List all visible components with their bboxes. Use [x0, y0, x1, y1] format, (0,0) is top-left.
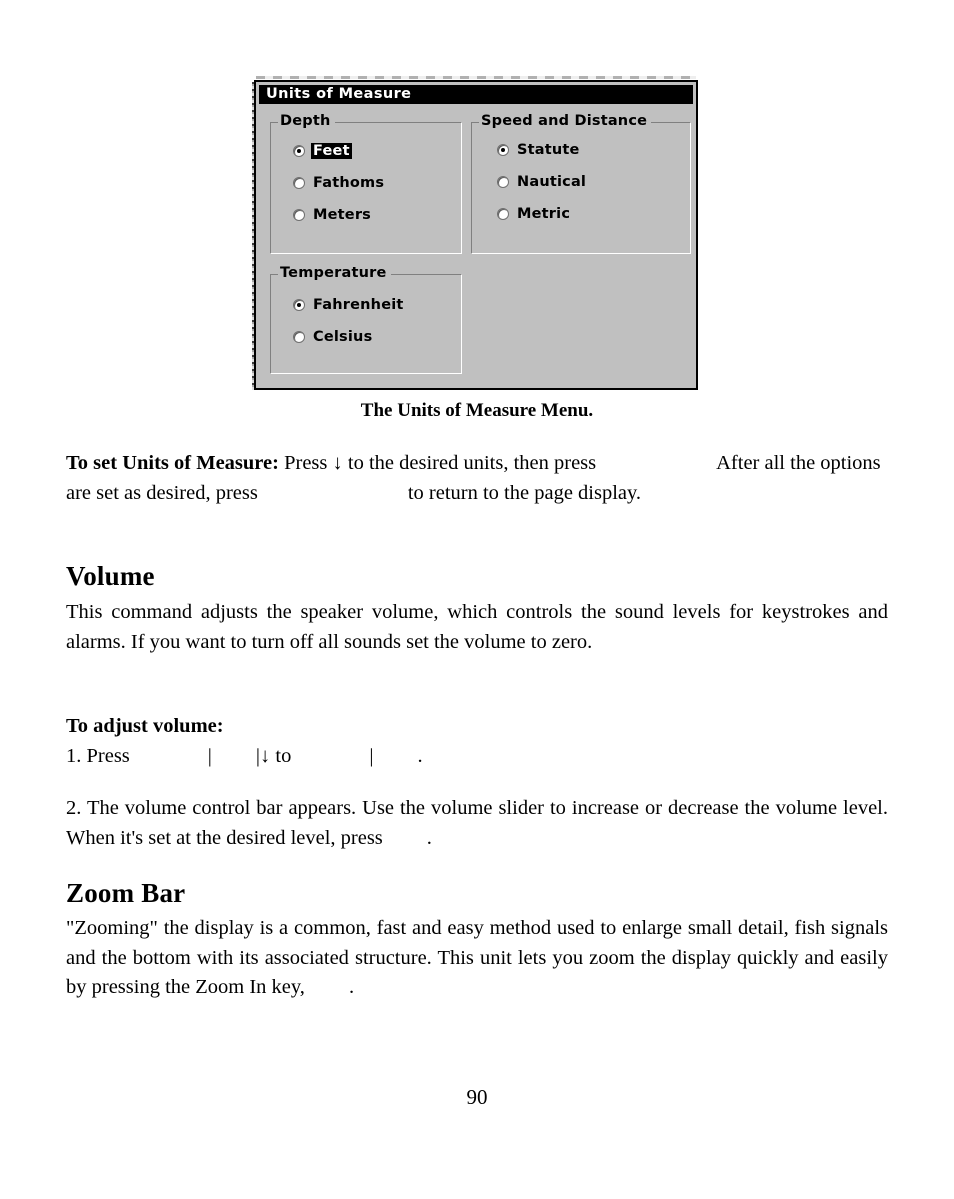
volume-section: Volume	[66, 561, 888, 592]
units-instructions-paragraph: To set Units of Measure: Press ↓ to the …	[66, 449, 888, 508]
radio-option-celsius[interactable]: Celsius	[293, 327, 374, 346]
zoom-bar-paragraph: "Zooming" the display is a common, fast …	[66, 914, 888, 1003]
radio-label-nautical: Nautical	[517, 173, 587, 190]
figure-caption: The Units of Measure Menu.	[360, 400, 594, 421]
scan-artifact-top-edge	[256, 76, 696, 79]
groupbox-temperature: Temperature Fahrenheit Celsius	[270, 265, 462, 374]
radio-label-celsius: Celsius	[313, 328, 373, 345]
radio-option-feet[interactable]: Feet	[293, 141, 352, 160]
volume-step2-body: 2. The volume control bar appears. Use t…	[66, 797, 888, 849]
units-instructions-line1b: to the desired units, then press	[347, 452, 597, 474]
radio-indicator-meters[interactable]	[293, 208, 305, 221]
figure-units-of-measure: Units of Measure Depth Feet Fathoms Mete…	[0, 0, 954, 421]
zoom-bar-paragraph-block: "Zooming" the display is a common, fast …	[66, 914, 888, 1003]
radio-label-meters: Meters	[313, 206, 372, 223]
radio-label-fathoms: Fathoms	[313, 174, 385, 191]
adjust-volume-subheading: To adjust volume:	[66, 715, 224, 737]
volume-heading: Volume	[66, 561, 155, 591]
units-instructions-block: To set Units of Measure: Press ↓ to the …	[66, 449, 888, 508]
radio-label-metric: Metric	[517, 205, 571, 222]
radio-indicator-celsius[interactable]	[293, 330, 305, 343]
radio-label-statute: Statute	[517, 141, 580, 158]
down-arrow-icon: ↓	[332, 452, 343, 474]
zoom-bar-paragraph-period: .	[348, 976, 355, 998]
volume-step1-period: .	[417, 745, 423, 767]
volume-step-2: 2. The volume control bar appears. Use t…	[66, 794, 888, 853]
radio-indicator-statute[interactable]	[497, 143, 509, 156]
volume-step-1-text: 1. Press | |↓ to |.	[66, 742, 888, 772]
volume-step1-pipe1: |	[207, 745, 212, 767]
radio-option-fathoms[interactable]: Fathoms	[293, 173, 386, 192]
groupbox-speed-and-distance-label: Speed and Distance	[479, 113, 652, 129]
volume-paragraph-block: This command adjusts the speaker volume,…	[66, 598, 888, 657]
radio-option-metric[interactable]: Metric	[497, 204, 572, 223]
radio-option-meters[interactable]: Meters	[293, 205, 373, 224]
radio-indicator-fahrenheit[interactable]	[293, 298, 305, 311]
volume-step-2-text: 2. The volume control bar appears. Use t…	[66, 794, 888, 853]
radio-indicator-metric[interactable]	[497, 207, 509, 220]
groupbox-depth-label: Depth	[278, 113, 335, 129]
volume-paragraph: This command adjusts the speaker volume,…	[66, 601, 888, 653]
units-instructions-lead: To set Units of Measure:	[66, 452, 279, 474]
units-instructions-line2b: to return to the	[407, 481, 530, 504]
volume-step2-period: .	[426, 826, 432, 849]
groupbox-speed-and-distance: Speed and Distance Statute Nautical Metr…	[471, 113, 691, 254]
adjust-volume-subheading-block: To adjust volume:	[66, 712, 888, 742]
zoom-bar-paragraph-body: "Zooming" the display is a common, fast …	[66, 917, 888, 998]
volume-step-1: 1. Press | |↓ to |.	[66, 742, 888, 772]
volume-step1-a: 1. Press	[66, 745, 130, 767]
groupbox-depth: Depth Feet Fathoms Meters	[270, 113, 462, 254]
radio-option-fahrenheit[interactable]: Fahrenheit	[293, 295, 406, 314]
volume-step1-b: to	[275, 745, 292, 767]
volume-step1-pipe3: |	[369, 745, 374, 767]
units-instructions-line1a: Press	[284, 452, 328, 474]
radio-indicator-feet[interactable]	[293, 144, 305, 157]
volume-step1-down-arrow-icon: ↓	[260, 745, 271, 767]
groupbox-temperature-label: Temperature	[278, 265, 391, 281]
zoom-bar-section: Zoom Bar	[66, 878, 888, 909]
page-number: 90	[466, 1085, 488, 1109]
radio-label-fahrenheit: Fahrenheit	[313, 296, 404, 313]
radio-label-feet: Feet	[311, 142, 352, 159]
radio-option-nautical[interactable]: Nautical	[497, 172, 588, 191]
radio-indicator-fathoms[interactable]	[293, 176, 305, 189]
dialog-title: Units of Measure	[259, 85, 693, 104]
radio-option-statute[interactable]: Statute	[497, 140, 582, 159]
units-of-measure-dialog: Units of Measure Depth Feet Fathoms Mete…	[254, 80, 698, 390]
units-instructions-line3: page display.	[534, 481, 642, 504]
zoom-bar-heading: Zoom Bar	[66, 878, 186, 908]
radio-indicator-nautical[interactable]	[497, 175, 509, 188]
